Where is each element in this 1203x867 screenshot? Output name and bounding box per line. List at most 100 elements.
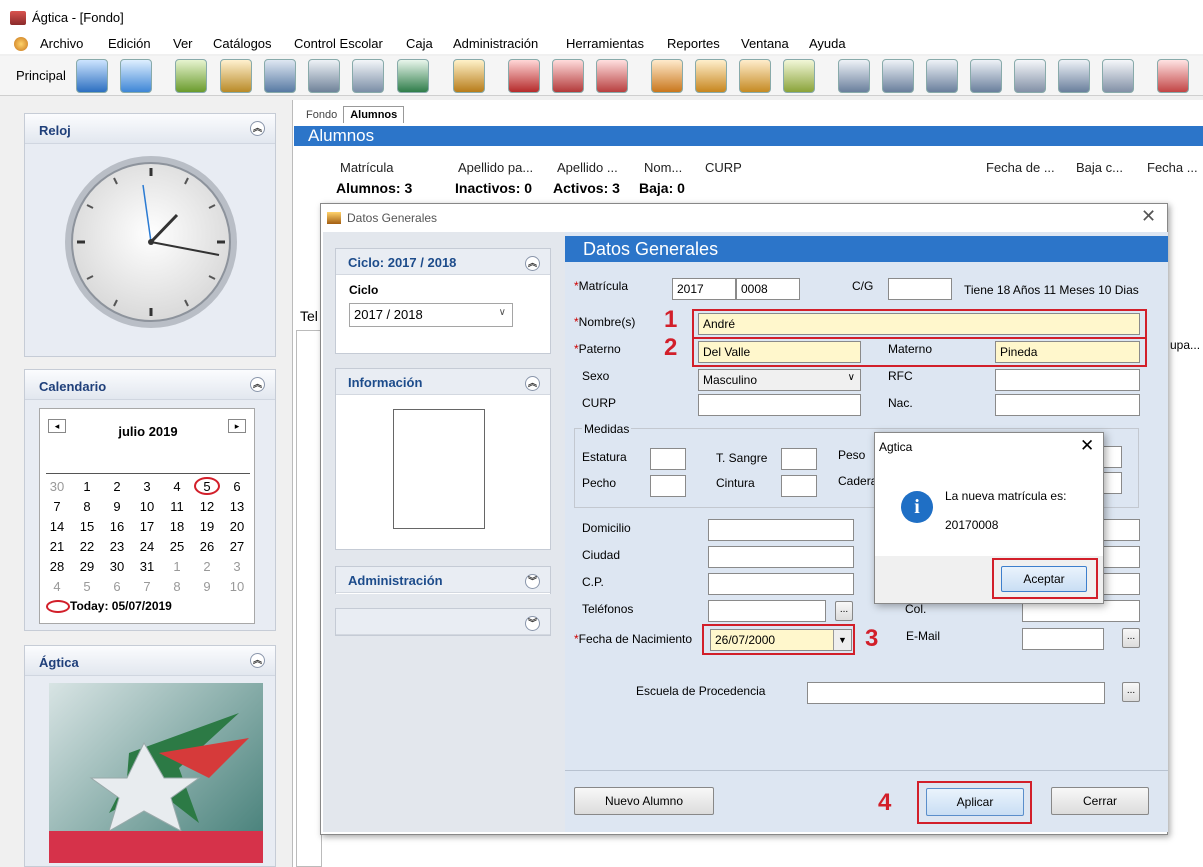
menu-ventana[interactable]: Ventana [741,36,789,51]
toolbar-button-8[interactable] [397,59,429,93]
toolbar-button-9[interactable] [453,59,485,93]
next-month-button[interactable]: ▸ [228,419,246,433]
calendar-day[interactable]: 2 [192,559,222,574]
toolbar-button-24[interactable] [1157,59,1189,93]
sangre-input[interactable] [781,448,817,470]
administracion-section[interactable]: Administración ︾ [335,566,551,594]
email-input[interactable] [1022,628,1104,650]
column-apellido-materno[interactable]: Apellido ... [557,160,618,175]
telefonos-more-button[interactable]: ... [835,601,853,621]
calendar-day[interactable]: 31 [132,559,162,574]
calendar-day[interactable]: 6 [102,579,132,594]
sexo-select[interactable]: Masculino ∨ [698,369,861,391]
collapse-icon[interactable]: ︽ [525,376,540,391]
toolbar-button-19[interactable] [926,59,958,93]
calendar-day[interactable]: 6 [222,479,252,494]
calendar-day[interactable]: 5 [72,579,102,594]
email-more-button[interactable]: ... [1122,628,1140,648]
today-label[interactable]: Today: 05/07/2019 [70,599,172,613]
toolbar-button-6[interactable] [308,59,340,93]
ciudad-input[interactable] [708,546,854,568]
calendar-day[interactable]: 23 [102,539,132,554]
cintura-input[interactable] [781,475,817,497]
toolbar-button-4[interactable] [220,59,252,93]
calendar-day[interactable]: 3 [132,479,162,494]
nac-input[interactable] [995,394,1140,416]
extra-section[interactable]: ︾ [335,608,551,636]
collapse-icon[interactable]: ︽ [250,377,265,392]
menu-edicion[interactable]: Edición [108,36,151,51]
calendar-day[interactable]: 20 [222,519,252,534]
menu-ver[interactable]: Ver [173,36,193,51]
calendar-day[interactable]: 24 [132,539,162,554]
column-matricula[interactable]: Matrícula [340,160,393,175]
rfc-input[interactable] [995,369,1140,391]
column-baja[interactable]: Baja c... [1076,160,1123,175]
escuela-input[interactable] [807,682,1105,704]
calendar-day[interactable]: 3 [222,559,252,574]
calendar-day[interactable]: 26 [192,539,222,554]
tab-alumnos[interactable]: Alumnos [343,106,405,123]
toolbar-button-14[interactable] [695,59,727,93]
calendar-day[interactable]: 21 [42,539,72,554]
calendar-day[interactable]: 10 [222,579,252,594]
column-curp[interactable]: CURP [705,160,742,175]
calendar-day[interactable]: 8 [72,499,102,514]
toolbar-button-21[interactable] [1014,59,1046,93]
calendar-day[interactable]: 18 [162,519,192,534]
calendar-day[interactable]: 2 [102,479,132,494]
cp-extra-input[interactable] [1100,573,1140,595]
collapse-icon[interactable]: ︽ [525,256,540,271]
toolbar-button-5[interactable] [264,59,296,93]
calendar-day[interactable]: 1 [72,479,102,494]
matricula-year-input[interactable]: 2017 [672,278,736,300]
toolbar-button-1[interactable] [76,59,108,93]
calendar-day[interactable]: 30 [102,559,132,574]
calendar-day[interactable]: 14 [42,519,72,534]
column-fecha-de[interactable]: Fecha de ... [986,160,1055,175]
menu-catalogos[interactable]: Catálogos [213,36,272,51]
expand-icon[interactable]: ︾ [525,574,540,589]
nuevo-alumno-button[interactable]: Nuevo Alumno [574,787,714,815]
matricula-number-input[interactable]: 0008 [736,278,800,300]
calendar-day[interactable]: 25 [162,539,192,554]
calendar-day[interactable]: 16 [102,519,132,534]
toolbar-button-12[interactable] [596,59,628,93]
calendar-day[interactable]: 27 [222,539,252,554]
column-apellido-paterno[interactable]: Apellido pa... [458,160,533,175]
toolbar-button-7[interactable] [352,59,384,93]
menu-herramientas[interactable]: Herramientas [566,36,644,51]
calendar-day[interactable]: 19 [192,519,222,534]
calendar-day[interactable]: 1 [162,559,192,574]
telefonos-input[interactable] [708,600,826,622]
calendar-day[interactable]: 7 [132,579,162,594]
toolbar-button-16[interactable] [783,59,815,93]
calendar-day[interactable]: 28 [42,559,72,574]
menu-archivo[interactable]: Archivo [40,36,83,51]
calendar-day[interactable]: 10 [132,499,162,514]
menu-ayuda[interactable]: Ayuda [809,36,846,51]
toolbar-button-23[interactable] [1102,59,1134,93]
toolbar-button-3[interactable] [175,59,207,93]
tab-fondo[interactable]: Fondo [300,107,343,123]
escuela-more-button[interactable]: ... [1122,682,1140,702]
calendar-day[interactable]: 30 [42,479,72,494]
menu-reportes[interactable]: Reportes [667,36,720,51]
column-fecha[interactable]: Fecha ... [1147,160,1198,175]
toolbar-button-18[interactable] [882,59,914,93]
domicilio-extra-input[interactable] [1100,519,1140,541]
toolbar-button-22[interactable] [1058,59,1090,93]
calendar-day[interactable]: 12 [192,499,222,514]
toolbar-button-2[interactable] [120,59,152,93]
toolbar-button-13[interactable] [651,59,683,93]
toolbar-button-20[interactable] [970,59,1002,93]
cerrar-button[interactable]: Cerrar [1051,787,1149,815]
column-nombre[interactable]: Nom... [644,160,682,175]
calendar-day[interactable]: 7 [42,499,72,514]
calendar-day[interactable]: 22 [72,539,102,554]
collapse-icon[interactable]: ︽ [250,121,265,136]
calendar-day[interactable]: 11 [162,499,192,514]
estatura-input[interactable] [650,448,686,470]
calendar-day[interactable]: 4 [162,479,192,494]
expand-icon[interactable]: ︾ [525,616,540,631]
